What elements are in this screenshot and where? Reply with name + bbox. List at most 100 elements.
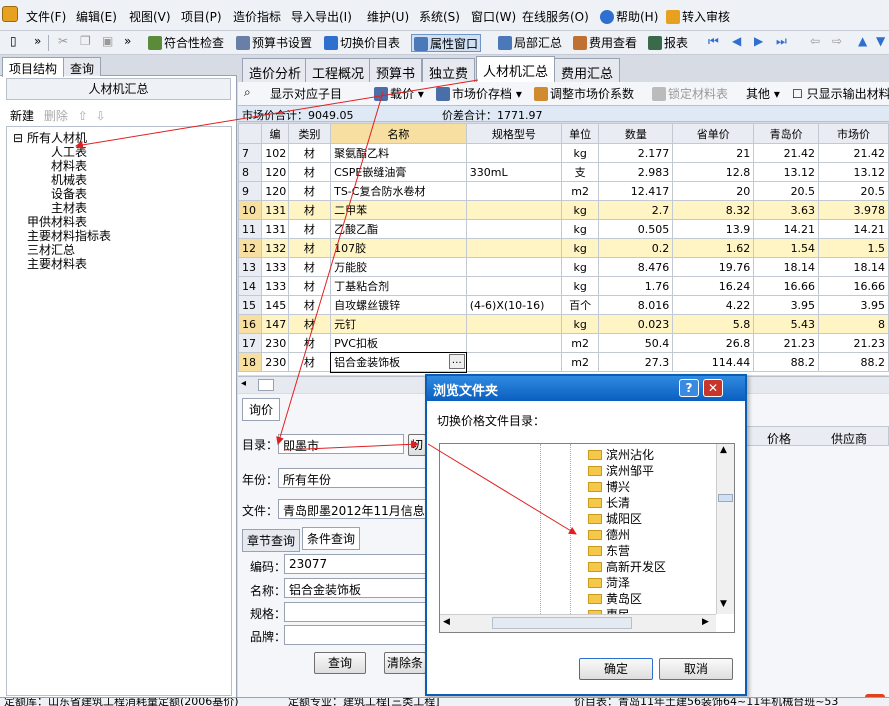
cell-qd-price[interactable]: 1.54 bbox=[753, 238, 820, 258]
scroll-thumb[interactable] bbox=[258, 379, 274, 391]
tab-material-summary[interactable]: 人材机汇总 bbox=[476, 56, 556, 82]
folder-hscrollbar[interactable]: ◀ ▶ bbox=[440, 614, 716, 632]
cell-name[interactable]: 107胶 bbox=[330, 238, 467, 258]
budget-settings-button[interactable]: 预算书设置 bbox=[234, 34, 314, 52]
cell-spec[interactable] bbox=[465, 181, 562, 201]
cell-spec[interactable] bbox=[465, 314, 562, 334]
tree-item-materials[interactable]: 材料表 bbox=[51, 159, 87, 173]
new-file-icon[interactable]: ▯ bbox=[8, 34, 19, 52]
prev-icon[interactable]: ◀ bbox=[730, 34, 743, 52]
cell-unit[interactable]: kg bbox=[560, 200, 600, 220]
menu-file[interactable]: 文件(F) bbox=[26, 8, 66, 25]
cell-market-price[interactable]: 21.42 bbox=[818, 143, 889, 163]
tab-cost-analysis[interactable]: 造价分析 bbox=[242, 58, 309, 82]
menu-view[interactable]: 视图(V) bbox=[129, 8, 171, 25]
cell-spec[interactable] bbox=[465, 143, 562, 163]
year-select[interactable]: 所有年份 bbox=[278, 468, 426, 488]
tab-chapter-query[interactable]: 章节查询 bbox=[242, 529, 301, 552]
cell-qty[interactable]: 0.2 bbox=[598, 238, 674, 258]
cell-spec[interactable] bbox=[465, 219, 562, 239]
cell-unit[interactable]: m2 bbox=[560, 333, 600, 353]
folder-item[interactable]: 博兴 bbox=[588, 478, 630, 495]
menu-maintain[interactable]: 维护(U) bbox=[367, 8, 409, 25]
cell-prov-price[interactable]: 5.8 bbox=[672, 314, 755, 334]
new-button[interactable]: 新建 bbox=[10, 109, 34, 123]
cell-qd-price[interactable]: 16.66 bbox=[753, 276, 820, 296]
cell-qty[interactable]: 0.023 bbox=[598, 314, 674, 334]
code-input[interactable]: 23077 bbox=[284, 554, 426, 574]
cell-prov-price[interactable]: 26.8 bbox=[672, 333, 755, 353]
back-icon[interactable]: ⇦ bbox=[808, 34, 822, 52]
clear-button[interactable]: 清除条 bbox=[384, 652, 426, 674]
cell-code[interactable]: 133 bbox=[261, 276, 289, 296]
folder-item[interactable]: 滨州沾化 bbox=[588, 446, 654, 463]
cell-name[interactable]: 自攻螺丝镀锌 bbox=[330, 295, 467, 315]
folder-hscroll-thumb[interactable] bbox=[492, 617, 632, 629]
cell-spec[interactable] bbox=[465, 333, 562, 353]
cell-qd-price[interactable]: 21.42 bbox=[753, 143, 820, 163]
table-row[interactable]: 9 120 材 TS-C复合防水卷材 m2 12.417 20 20.5 20.5 bbox=[238, 181, 889, 201]
cell-unit[interactable]: 支 bbox=[560, 162, 600, 182]
cell-type[interactable]: 材 bbox=[287, 143, 332, 163]
cell-spec[interactable] bbox=[465, 352, 562, 372]
tree-item-key-materials[interactable]: 主要材料表 bbox=[27, 257, 87, 271]
cell-code[interactable]: 133 bbox=[261, 257, 289, 277]
cell-qty[interactable]: 12.417 bbox=[598, 181, 674, 201]
fee-view-button[interactable]: 费用查看 bbox=[571, 34, 639, 52]
cell-code[interactable]: 120 bbox=[261, 162, 289, 182]
cell-market-price[interactable]: 14.21 bbox=[818, 219, 889, 239]
adjust-coef-button[interactable]: 调整市场价系数 bbox=[532, 85, 636, 103]
tab-inquiry[interactable]: 询价 bbox=[242, 398, 281, 421]
table-row[interactable]: 12 132 材 107胶 kg 0.2 1.62 1.54 1.5 bbox=[238, 238, 889, 258]
menu-online[interactable]: 在线服务(O) bbox=[522, 8, 589, 25]
cell-type[interactable]: 材 bbox=[287, 295, 332, 315]
tree-collapse-icon[interactable]: ⊟ bbox=[13, 131, 23, 145]
cell-prov-price[interactable]: 19.76 bbox=[672, 257, 755, 277]
cell-spec[interactable] bbox=[465, 238, 562, 258]
cell-prov-price[interactable]: 114.44 bbox=[672, 352, 755, 372]
tree-item-main-materials[interactable]: 主材表 bbox=[51, 201, 87, 215]
cell-type[interactable]: 材 bbox=[287, 200, 332, 220]
cell-market-price[interactable]: 1.5 bbox=[818, 238, 889, 258]
cell-type[interactable]: 材 bbox=[287, 219, 332, 239]
menu-import-export[interactable]: 导入导出(I) bbox=[291, 8, 352, 25]
cell-type[interactable]: 材 bbox=[287, 181, 332, 201]
cell-name[interactable]: 乙酸乙酯 bbox=[330, 219, 467, 239]
table-row[interactable]: 14 133 材丁基粘合剂 kg 1.76 16.24 16.66 16.66 bbox=[238, 276, 889, 296]
col-header-spec[interactable]: 规格型号 bbox=[465, 123, 562, 144]
cell-spec[interactable] bbox=[465, 200, 562, 220]
other-menu-button[interactable]: 其他 ▾ bbox=[744, 85, 782, 103]
cell-prov-price[interactable]: 16.24 bbox=[672, 276, 755, 296]
cell-name[interactable]: 二甲苯 bbox=[330, 200, 467, 220]
cell-qty[interactable]: 2.983 bbox=[598, 162, 674, 182]
cell-code[interactable]: 145 bbox=[261, 295, 289, 315]
cell-market-price[interactable]: 8 bbox=[818, 314, 889, 334]
cell-qd-price[interactable]: 5.43 bbox=[753, 314, 820, 334]
cell-code[interactable]: 120 bbox=[261, 181, 289, 201]
table-row[interactable]: 15 145 材自攻螺丝镀锌 (4-6)X(10-16) 百个 8.016 4.22 3.95… bbox=[238, 295, 889, 315]
last-icon[interactable]: ⏭ bbox=[774, 34, 789, 52]
cell-code[interactable]: 131 bbox=[261, 200, 289, 220]
cell-qty[interactable]: 1.76 bbox=[598, 276, 674, 296]
cell-prov-price[interactable]: 8.32 bbox=[672, 200, 755, 220]
cell-market-price[interactable]: 16.66 bbox=[818, 276, 889, 296]
cell-qd-price[interactable]: 14.21 bbox=[753, 219, 820, 239]
switch-price-list-button[interactable]: 切换价目表 bbox=[322, 34, 402, 52]
cell-market-price[interactable]: 3.978 bbox=[818, 200, 889, 220]
cell-type[interactable]: 材 bbox=[287, 352, 332, 372]
spec-input[interactable] bbox=[284, 602, 426, 622]
table-row[interactable]: 8 120 材 CSPE嵌缝油膏 330mL 支 2.983 12.8 13.12 13.12 bbox=[238, 162, 889, 182]
cell-code[interactable]: 132 bbox=[261, 238, 289, 258]
cell-market-price[interactable]: 13.12 bbox=[818, 162, 889, 182]
cell-name[interactable]: 铝合金装饰板… bbox=[329, 351, 468, 373]
show-sub-items-button[interactable]: 显示对应子目 bbox=[268, 85, 344, 103]
name-input[interactable]: 铝合金装饰板 bbox=[284, 578, 426, 598]
local-summary-button[interactable]: 局部汇总 bbox=[496, 34, 564, 52]
cell-unit[interactable]: kg bbox=[560, 257, 600, 277]
cell-name[interactable]: CSPE嵌缝油膏 bbox=[330, 162, 467, 182]
tab-budget[interactable]: 预算书 bbox=[369, 58, 423, 82]
cell-prov-price[interactable]: 20 bbox=[672, 181, 755, 201]
cell-qd-price[interactable]: 88.2 bbox=[753, 352, 820, 372]
cell-unit[interactable]: 百个 bbox=[560, 295, 600, 315]
hscroll-right-icon[interactable]: ▶ bbox=[702, 617, 709, 627]
